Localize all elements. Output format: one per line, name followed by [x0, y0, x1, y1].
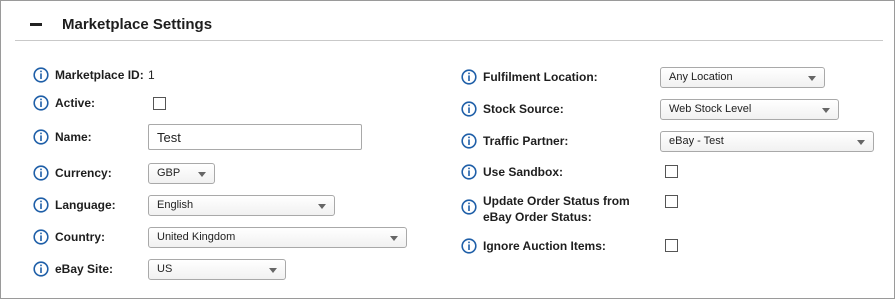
marketplace-id-value: 1: [148, 68, 155, 82]
section-title: Marketplace Settings: [62, 16, 213, 33]
info-icon[interactable]: [461, 133, 477, 149]
language-select[interactable]: English: [148, 195, 335, 216]
traffic-partner-select[interactable]: eBay - Test: [660, 131, 874, 152]
marketplace-settings-panel: Marketplace Settings Marketplace ID: 1 A…: [0, 0, 895, 299]
ignore-auction-items-label: Ignore Auction Items:: [483, 239, 606, 253]
field-traffic-partner: Traffic Partner: eBay - Test: [461, 131, 881, 153]
field-language: Language: English: [33, 195, 413, 217]
info-icon[interactable]: [461, 238, 477, 254]
chevron-down-icon: [808, 76, 816, 81]
info-icon[interactable]: [33, 229, 49, 245]
currency-label: Currency:: [55, 166, 112, 180]
update-order-status-checkbox[interactable]: [665, 195, 678, 208]
traffic-partner-value: eBay - Test: [669, 135, 724, 147]
language-label: Language:: [55, 198, 116, 212]
currency-select[interactable]: GBP: [148, 163, 215, 184]
ebay-site-value: US: [157, 263, 173, 275]
chevron-down-icon: [318, 204, 326, 209]
field-fulfilment-location: Fulfilment Location: Any Location: [461, 67, 881, 89]
chevron-down-icon: [822, 108, 830, 113]
info-icon[interactable]: [33, 165, 49, 181]
info-icon[interactable]: [33, 67, 49, 83]
stock-source-label: Stock Source:: [483, 102, 564, 116]
field-currency: Currency: GBP: [33, 163, 413, 185]
chevron-down-icon: [269, 268, 277, 273]
info-icon[interactable]: [461, 164, 477, 180]
ebay-site-label: eBay Site:: [55, 262, 114, 276]
fulfilment-location-label: Fulfilment Location:: [483, 70, 598, 84]
field-active: Active:: [33, 93, 413, 115]
info-icon[interactable]: [461, 69, 477, 85]
update-order-status-label: Update Order Status from eBay Order Stat…: [483, 194, 630, 224]
info-icon[interactable]: [461, 101, 477, 117]
currency-value: GBP: [157, 167, 181, 179]
use-sandbox-checkbox[interactable]: [665, 165, 678, 178]
stock-source-value: Web Stock Level: [669, 103, 752, 115]
field-update-order-status: Update Order Status from eBay Order Stat…: [461, 194, 881, 224]
fulfilment-location-select[interactable]: Any Location: [660, 67, 825, 88]
country-select[interactable]: United Kingdom: [148, 227, 407, 248]
info-icon[interactable]: [33, 95, 49, 111]
field-name: Name: Test: [33, 124, 413, 150]
chevron-down-icon: [198, 172, 206, 177]
field-ebay-site: eBay Site: US: [33, 259, 413, 281]
active-checkbox[interactable]: [153, 97, 166, 110]
info-icon[interactable]: [33, 197, 49, 213]
language-value: English: [157, 199, 194, 211]
traffic-partner-label: Traffic Partner:: [483, 134, 569, 148]
field-ignore-auction-items: Ignore Auction Items:: [461, 236, 881, 258]
field-stock-source: Stock Source: Web Stock Level: [461, 99, 881, 121]
ignore-auction-items-checkbox[interactable]: [665, 239, 678, 252]
country-label: Country:: [55, 230, 105, 244]
active-label: Active:: [55, 96, 96, 110]
collapse-minus-icon[interactable]: [30, 23, 42, 26]
fulfilment-location-value: Any Location: [669, 71, 733, 83]
use-sandbox-label: Use Sandbox:: [483, 165, 564, 179]
section-header: Marketplace Settings: [15, 9, 883, 41]
ebay-site-select[interactable]: US: [148, 259, 286, 280]
field-country: Country: United Kingdom: [33, 227, 413, 249]
name-label: Name:: [55, 130, 92, 144]
chevron-down-icon: [390, 236, 398, 241]
info-icon[interactable]: [33, 129, 49, 145]
field-use-sandbox: Use Sandbox:: [461, 162, 881, 184]
chevron-down-icon: [857, 140, 865, 145]
name-input[interactable]: Test: [148, 124, 362, 150]
stock-source-select[interactable]: Web Stock Level: [660, 99, 839, 120]
info-icon[interactable]: [33, 261, 49, 277]
country-value: United Kingdom: [157, 231, 236, 243]
field-marketplace-id: Marketplace ID: 1: [33, 65, 413, 87]
marketplace-id-label: Marketplace ID:: [55, 68, 144, 82]
info-icon[interactable]: [461, 199, 477, 215]
